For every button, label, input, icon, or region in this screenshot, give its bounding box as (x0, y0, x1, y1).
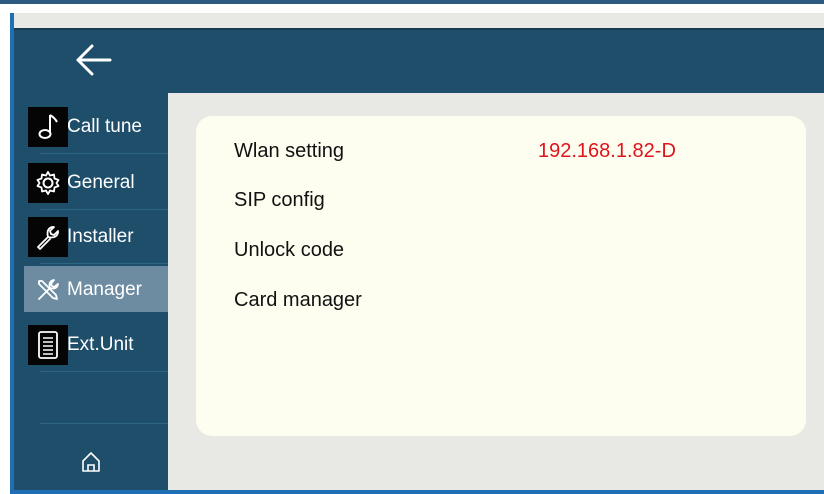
sidebar-divider (40, 153, 168, 154)
sidebar-item-label: Call tune (67, 116, 142, 137)
document-icon (28, 325, 68, 365)
tools-icon (28, 270, 68, 310)
sidebar-divider (40, 263, 168, 264)
sidebar: Call tune General Installer Manager Ext.… (14, 93, 168, 490)
sidebar-divider (40, 371, 168, 372)
music-note-icon (28, 107, 68, 147)
top-bar (14, 28, 824, 93)
arrow-left-icon (76, 44, 112, 76)
sidebar-item-installer[interactable]: Installer (24, 213, 168, 259)
home-icon (82, 452, 100, 472)
sip-config-row[interactable]: SIP config (234, 183, 774, 217)
row-label: Card manager (234, 288, 362, 311)
sidebar-item-call-tune[interactable]: Call tune (24, 103, 168, 149)
sidebar-divider (40, 423, 168, 424)
row-label: Wlan setting (234, 139, 345, 162)
sidebar-item-manager[interactable]: Manager (24, 266, 168, 312)
wrench-icon (28, 217, 68, 257)
card-manager-row[interactable]: Card manager (234, 283, 774, 317)
row-label: SIP config (234, 188, 325, 211)
sidebar-item-label: General (67, 172, 135, 193)
row-label: Unlock code (234, 238, 345, 261)
home-button[interactable] (76, 448, 106, 476)
top-border (0, 0, 824, 4)
sidebar-item-general[interactable]: General (24, 159, 168, 205)
unlock-code-row[interactable]: Unlock code (234, 233, 774, 267)
wlan-setting-row[interactable]: Wlan setting 192.168.1.82-D (234, 134, 774, 168)
sidebar-item-label: Installer (67, 226, 134, 247)
sidebar-item-label: Ext.Unit (67, 334, 134, 355)
sidebar-item-ext-unit[interactable]: Ext.Unit (24, 321, 168, 367)
sidebar-divider (40, 209, 168, 210)
top-bar-edge (14, 28, 824, 30)
gear-icon (28, 163, 68, 203)
sidebar-item-label: Manager (67, 279, 142, 300)
settings-panel: Wlan setting 192.168.1.82-D SIP config U… (196, 116, 806, 436)
ip-address-value: 192.168.1.82-D (538, 139, 676, 162)
back-button[interactable] (70, 38, 118, 82)
